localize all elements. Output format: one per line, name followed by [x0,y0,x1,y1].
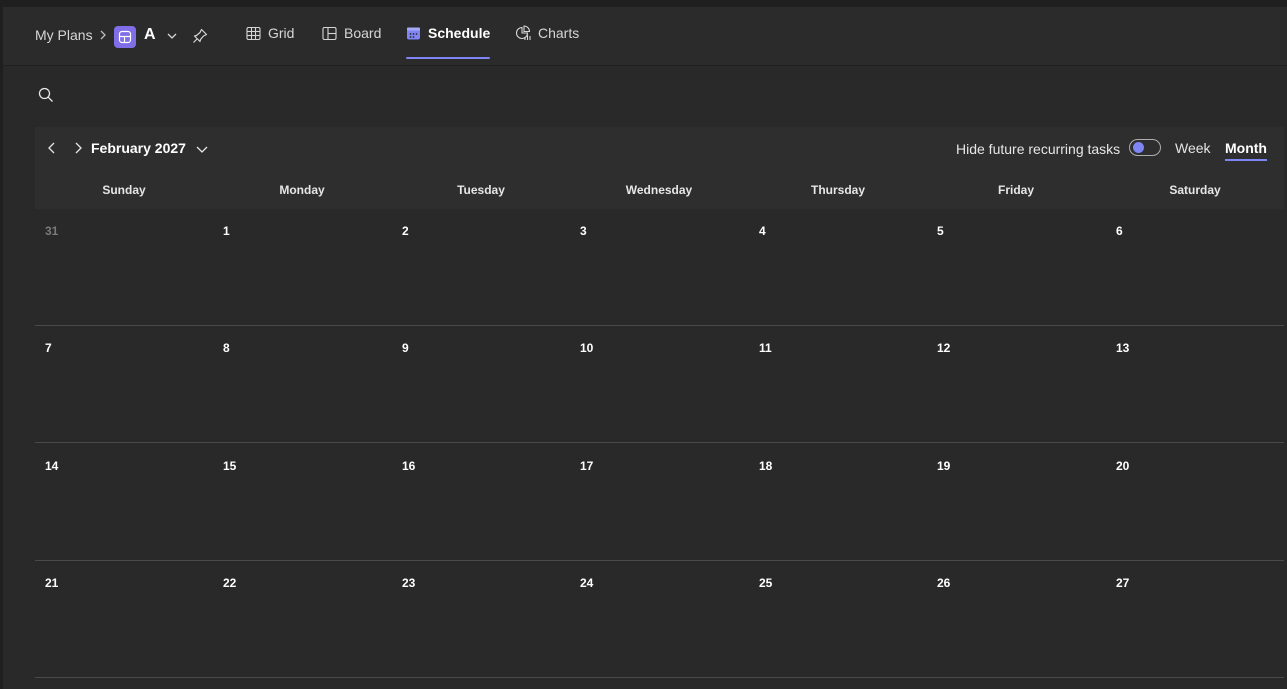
day-number[interactable]: 14 [45,459,58,473]
active-tab-indicator [406,57,491,59]
month-view-button[interactable]: Month [1225,140,1267,161]
weekday-header: Thursday [810,183,865,197]
chart-icon [515,25,531,40]
day-number[interactable]: 18 [759,459,772,473]
plan-icon[interactable] [114,26,136,48]
day-number[interactable]: 19 [937,459,950,473]
day-number[interactable]: 11 [759,341,772,355]
previous-month-button[interactable] [44,140,60,156]
day-number[interactable]: 20 [1116,459,1129,473]
next-month-button[interactable] [70,140,86,156]
pin-icon[interactable] [191,27,209,45]
window-top-edge [0,0,1287,7]
tab-board[interactable]: Board [322,7,381,59]
board-icon [322,26,337,40]
day-number[interactable]: 8 [223,341,230,355]
plan-name[interactable]: A [144,26,156,44]
day-number[interactable]: 13 [1116,341,1129,355]
weekday-header: Wednesday [625,183,693,197]
day-number[interactable]: 15 [223,459,236,473]
day-number[interactable]: 21 [45,576,58,590]
tab-schedule[interactable]: Schedule [406,7,491,59]
day-number[interactable]: 7 [45,341,52,355]
tab-grid-label: Grid [268,25,295,41]
month-calendar: February 2027 Hide future recurring task… [35,127,1284,689]
day-number[interactable]: 23 [402,576,415,590]
calendar-icon [407,27,420,39]
calendar-week-row: 7 8 9 10 11 12 13 [35,326,1284,443]
breadcrumb-my-plans[interactable]: My Plans [35,27,93,43]
day-number[interactable]: 17 [580,459,593,473]
plan-header: My Plans A Grid Board Schedule Charts [3,7,1287,66]
day-number[interactable]: 22 [223,576,236,590]
month-picker-chevron-icon[interactable] [194,141,210,157]
month-view-label: Month [1225,140,1267,156]
tab-board-label: Board [344,25,382,41]
day-number[interactable]: 10 [580,341,593,355]
day-number[interactable]: 1 [223,224,230,238]
day-number[interactable]: 3 [580,224,587,238]
weekday-header: Sunday [102,183,146,197]
day-number[interactable]: 31 [45,224,58,238]
window-left-edge [0,7,3,689]
tab-charts[interactable]: Charts [515,7,579,59]
weekday-header: Friday [997,183,1034,197]
day-number[interactable]: 4 [759,224,766,238]
weekday-header: Saturday [1169,183,1221,197]
day-number[interactable]: 16 [402,459,415,473]
day-number[interactable]: 5 [937,224,944,238]
day-number[interactable]: 2 [402,224,409,238]
hide-recurring-toggle[interactable] [1129,139,1161,156]
grid-icon [246,26,261,40]
calendar-week-row: 14 15 16 17 18 19 20 [35,444,1284,561]
tab-grid[interactable]: Grid [246,7,294,59]
weekday-header: Monday [279,183,325,197]
day-number[interactable]: 24 [580,576,593,590]
active-view-indicator [1225,159,1267,161]
weekday-header: Tuesday [457,183,505,197]
calendar-week-row: 31 1 2 3 4 5 6 [35,209,1284,326]
day-number[interactable]: 27 [1116,576,1129,590]
calendar-week-row: 21 22 23 24 25 26 27 [35,561,1284,678]
week-view-button[interactable]: Week [1175,140,1211,156]
day-number[interactable]: 6 [1116,224,1123,238]
day-number[interactable]: 9 [402,341,409,355]
chevron-right-icon [100,30,106,40]
planner-window: My Plans A Grid Board Schedule Charts Fe… [0,0,1287,689]
search-icon[interactable] [37,86,55,104]
day-number[interactable]: 26 [937,576,950,590]
current-month-label[interactable]: February 2027 [91,140,186,156]
tab-schedule-label: Schedule [428,25,491,41]
toggle-knob [1133,142,1144,153]
day-number[interactable]: 25 [759,576,772,590]
chevron-down-icon[interactable] [166,30,178,42]
calendar-header: February 2027 Hide future recurring task… [35,127,1284,209]
tab-charts-label: Charts [538,25,580,41]
hide-recurring-label: Hide future recurring tasks [956,141,1121,157]
day-number[interactable]: 12 [937,341,950,355]
